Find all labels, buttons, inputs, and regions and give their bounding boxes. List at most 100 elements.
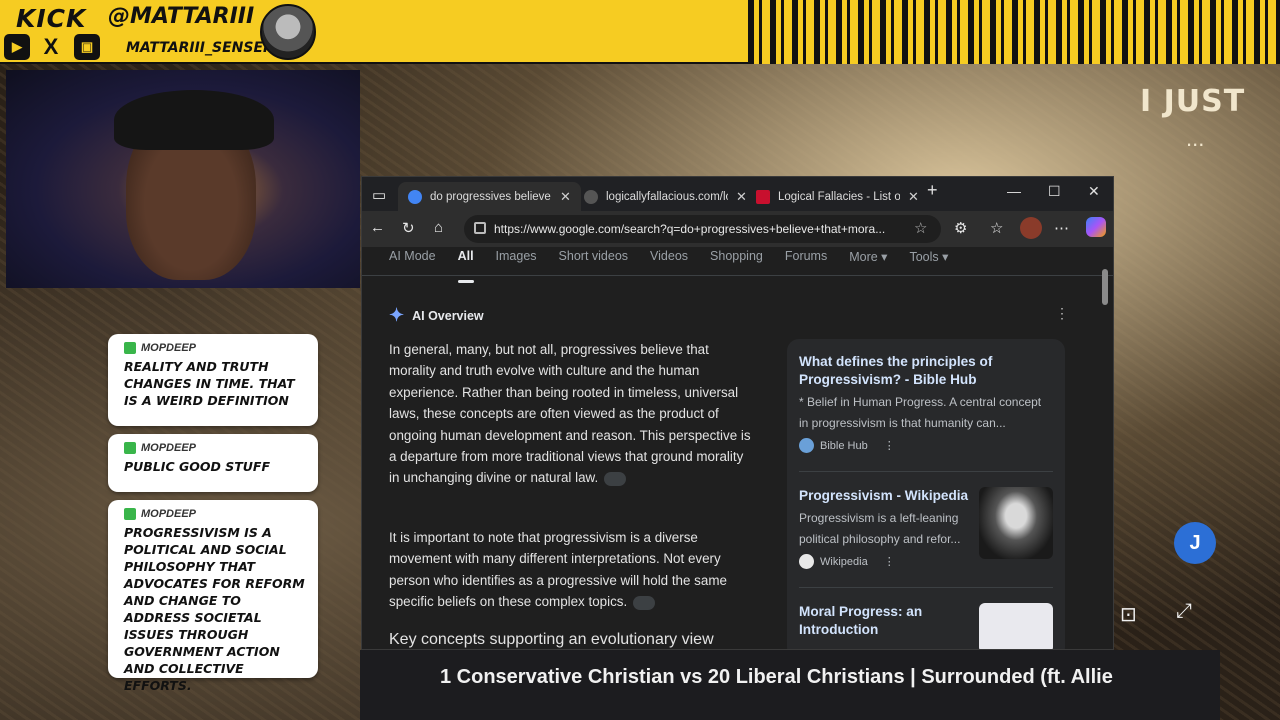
- more-menu-icon[interactable]: ⋯: [1054, 219, 1069, 237]
- tab-short-videos[interactable]: Short videos: [559, 247, 628, 275]
- favorites-icon[interactable]: ☆: [990, 219, 1003, 237]
- tab-more[interactable]: More ▾: [849, 247, 887, 275]
- source-menu-icon[interactable]: ⋮: [884, 555, 895, 568]
- tab-tools[interactable]: Tools ▾: [909, 247, 948, 275]
- browser-tab[interactable]: Logical Fallacies - List of ✕: [746, 182, 929, 211]
- platform-name: KICK: [16, 4, 87, 33]
- streamer-sub-handle: MATTARIII_SENSEI: [126, 40, 269, 56]
- source-divider: [799, 471, 1053, 472]
- source-card[interactable]: Progressivism - Wikipedia Progressivism …: [799, 487, 975, 569]
- browser-tab[interactable]: logicallyfallacious.com/lo ✕: [574, 182, 757, 211]
- source-site: Bible Hub: [820, 439, 868, 452]
- source-title[interactable]: What defines the principles of Progressi…: [799, 353, 1053, 389]
- url-text: https://www.google.com/search?q=do+progr…: [494, 222, 886, 236]
- tab-images[interactable]: Images: [496, 247, 537, 275]
- source-title[interactable]: Progressivism - Wikipedia: [799, 487, 975, 505]
- stream-banner: KICK @MATTARIII MATTARIII_SENSEI ▶ X ▣: [0, 0, 1280, 64]
- link-chip-icon[interactable]: [633, 595, 656, 610]
- bible-hub-icon: [799, 438, 814, 453]
- paragraph-text: It is important to note that progressivi…: [389, 530, 727, 610]
- ai-overview-subheading: Key concepts supporting an evolutionary …: [389, 631, 714, 648]
- tab-title: Logical Fallacies - List of: [778, 190, 900, 203]
- manga-ellipsis: ...: [1186, 126, 1205, 151]
- video-title: 1 Conservative Christian vs 20 Liberal C…: [440, 666, 1113, 688]
- chat-username: MOPDEEP: [141, 508, 197, 520]
- chat-username: MOPDEEP: [141, 442, 197, 454]
- webcam-feed: [6, 70, 360, 288]
- page-favicon-icon: [584, 189, 598, 204]
- source-site: Wikipedia: [820, 555, 868, 568]
- chat-message: MOPDEEP PUBLIC GOOD STUFF: [108, 434, 318, 492]
- new-tab-button[interactable]: +: [927, 180, 938, 201]
- source-card[interactable]: Moral Progress: an Introduction: [799, 603, 975, 639]
- search-results-page: AI Mode All Images Short videos Videos S…: [362, 247, 1113, 649]
- maximize-icon[interactable]: ☐: [1048, 183, 1061, 200]
- chat-message: MOPDEEP REALITY AND TRUTH CHANGES IN TIM…: [108, 334, 318, 426]
- fullscreen-icon[interactable]: ⤢: [1176, 600, 1192, 623]
- tab-title: logicallyfallacious.com/lo: [606, 190, 728, 203]
- channel-badge-icon[interactable]: J: [1174, 522, 1216, 564]
- barcode-pattern: [748, 0, 1280, 64]
- source-card[interactable]: What defines the principles of Progressi…: [799, 353, 1053, 453]
- wikipedia-icon: [799, 554, 814, 569]
- source-divider: [799, 587, 1053, 588]
- streamer-handle: @MATTARIII: [108, 4, 255, 29]
- site-info-icon[interactable]: [474, 222, 486, 234]
- refresh-icon[interactable]: ↻: [402, 219, 415, 237]
- tab-all[interactable]: All: [457, 247, 474, 283]
- tab-ai-mode[interactable]: AI Mode: [389, 247, 436, 275]
- source-snippet: * Belief in Human Progress. A central co…: [799, 395, 1042, 430]
- streamer-cap: [114, 90, 274, 150]
- sparkle-icon: ✦: [389, 305, 405, 325]
- scrollbar[interactable]: [1101, 253, 1109, 645]
- youtube-icon: ▶: [4, 34, 30, 60]
- ai-overview-paragraph: It is important to note that progressivi…: [389, 527, 753, 613]
- back-icon[interactable]: ←: [370, 219, 385, 236]
- ai-overview-label: AI Overview: [412, 308, 484, 323]
- close-tab-icon[interactable]: ✕: [908, 189, 919, 205]
- tab-videos[interactable]: Videos: [650, 247, 688, 275]
- chat-username: MOPDEEP: [141, 342, 197, 354]
- source-menu-icon[interactable]: ⋮: [884, 439, 895, 452]
- manga-caption: I JUST: [1140, 84, 1246, 119]
- ai-overview-header: ✦ AI Overview: [389, 305, 484, 326]
- google-favicon-icon: [408, 189, 422, 204]
- extensions-icon[interactable]: ⚙: [954, 219, 967, 237]
- sources-panel: What defines the principles of Progressi…: [787, 339, 1065, 649]
- tabs-divider: [362, 275, 1113, 276]
- copilot-icon[interactable]: [1086, 217, 1106, 237]
- portrait-thumbnail[interactable]: [979, 487, 1053, 559]
- browser-window: ▭ do progressives believe t ✕ logicallyf…: [361, 176, 1114, 650]
- close-window-icon[interactable]: ✕: [1088, 183, 1100, 200]
- chat-text: REALITY AND TRUTH CHANGES IN TIME. THAT …: [124, 359, 295, 408]
- streamer-logo: [260, 4, 316, 60]
- source-title[interactable]: Moral Progress: an Introduction: [799, 603, 975, 639]
- tab-forums[interactable]: Forums: [785, 247, 827, 275]
- paragraph-text: In general, many, but not all, progressi…: [389, 342, 751, 486]
- chat-badge-icon: [124, 508, 136, 520]
- document-thumbnail[interactable]: [979, 603, 1053, 649]
- tab-strip: ▭ do progressives believe t ✕ logicallyf…: [362, 177, 1113, 211]
- x-icon: X: [43, 34, 59, 59]
- sidebar-toggle-icon[interactable]: ▭: [372, 186, 386, 204]
- twitch-icon: ▣: [74, 34, 100, 60]
- chat-text: PUBLIC GOOD STUFF: [124, 459, 270, 474]
- scrollbar-thumb[interactable]: [1102, 269, 1108, 305]
- chat-text: PROGRESSIVISM IS A POLITICAL AND SOCIAL …: [124, 525, 305, 693]
- minimize-icon[interactable]: —: [1007, 183, 1021, 199]
- browser-tab[interactable]: do progressives believe t ✕: [398, 182, 581, 211]
- profile-avatar[interactable]: [1020, 217, 1042, 239]
- favorite-star-icon[interactable]: ☆: [914, 219, 927, 237]
- ai-overview-menu-icon[interactable]: ⋮: [1055, 305, 1069, 322]
- tab-shopping[interactable]: Shopping: [710, 247, 763, 275]
- source-snippet: Progressivism is a left-leaning politica…: [799, 511, 961, 546]
- toolbar: ← ↻ ⌂ https://www.google.com/search?q=do…: [362, 211, 1113, 247]
- close-tab-icon[interactable]: ✕: [560, 189, 571, 205]
- link-chip-icon[interactable]: [604, 471, 627, 486]
- address-bar[interactable]: https://www.google.com/search?q=do+progr…: [464, 215, 941, 243]
- chat-badge-icon: [124, 442, 136, 454]
- ai-overview-paragraph: In general, many, but not all, progressi…: [389, 339, 753, 489]
- chat-message: MOPDEEP PROGRESSIVISM IS A POLITICAL AND…: [108, 500, 318, 693]
- theater-mode-icon[interactable]: ⊡: [1120, 602, 1137, 627]
- home-icon[interactable]: ⌂: [434, 219, 443, 236]
